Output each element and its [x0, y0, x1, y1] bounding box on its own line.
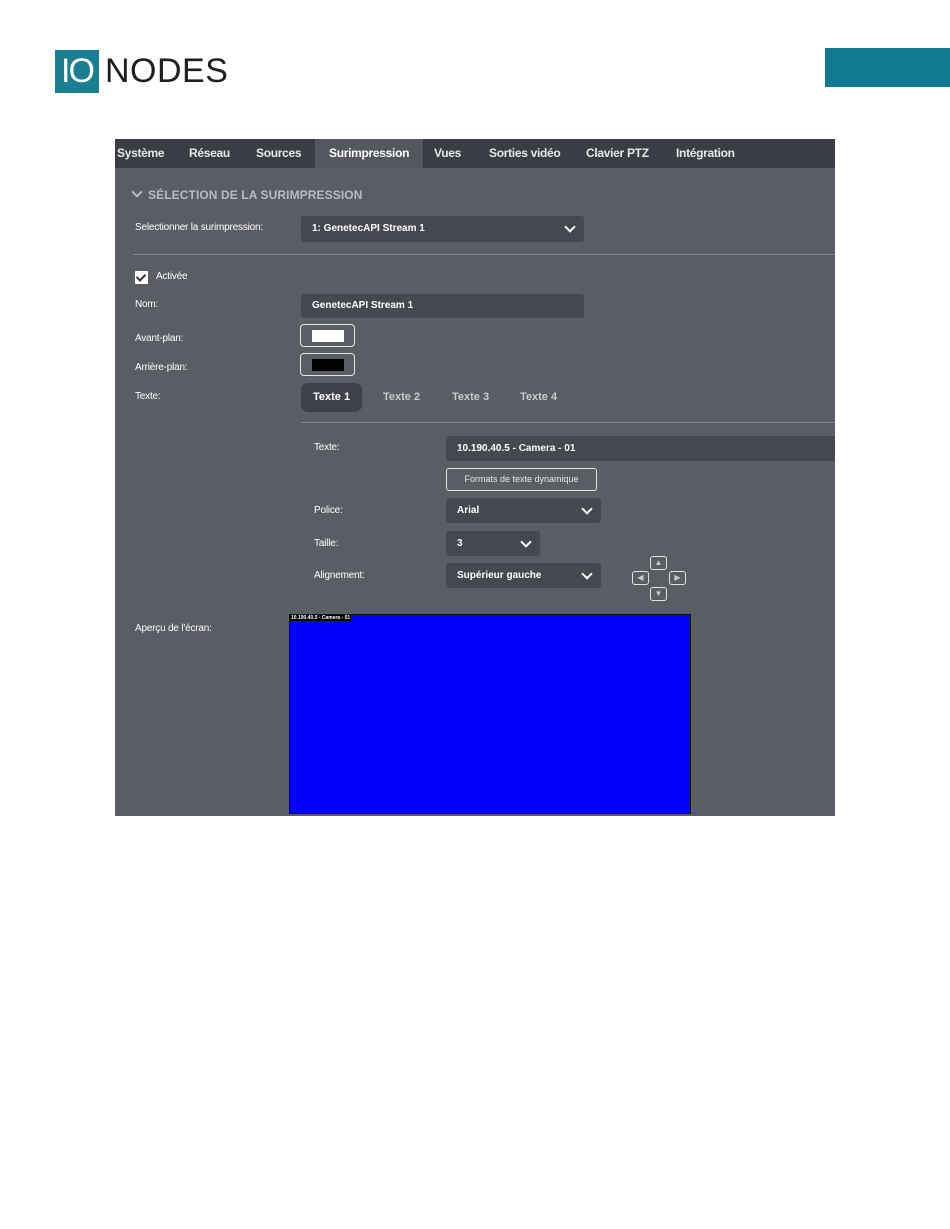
enabled-label: Activée: [156, 271, 188, 282]
tab-texte-1[interactable]: Texte 1: [301, 383, 363, 412]
nav-item-reseau[interactable]: Réseau: [189, 139, 230, 168]
main-nav: Système Réseau Sources Surimpression Vue…: [115, 139, 835, 168]
text-value-input[interactable]: 10.190.40.5 - Camera - 01: [446, 436, 835, 461]
chevron-down-icon: [564, 221, 576, 233]
size-select-value: 3: [457, 538, 463, 549]
logo-text: NODES: [105, 51, 229, 90]
size-label: Taille:: [314, 538, 339, 549]
nav-item-surimpression[interactable]: Surimpression: [315, 139, 424, 168]
chevron-down-icon: [131, 186, 143, 198]
arrow-right-icon: ▶: [674, 573, 681, 582]
section-header[interactable]: SÉLECTION DE LA SURIMPRESSION: [131, 186, 363, 202]
brand-color-bar: [825, 48, 950, 87]
background-label: Arrière-plan:: [135, 362, 188, 373]
size-select[interactable]: 3: [446, 531, 540, 556]
nav-item-systeme[interactable]: Système: [117, 139, 165, 168]
nav-item-integration[interactable]: Intégration: [676, 139, 735, 168]
text-label: Texte:: [135, 391, 161, 402]
tab-texte-3[interactable]: Texte 3: [452, 383, 489, 412]
logo-mark: IO: [55, 49, 99, 93]
section-title: SÉLECTION DE LA SURIMPRESSION: [148, 188, 363, 202]
chevron-down-icon: [581, 503, 593, 515]
alignment-label: Alignement:: [314, 570, 365, 581]
dynamic-formats-button[interactable]: Formats de texte dynamique: [446, 468, 597, 491]
select-overlay-label: Selectionner la surimpression:: [135, 222, 263, 233]
background-color-picker[interactable]: [300, 353, 355, 376]
tab-texte-2[interactable]: Texte 2: [383, 383, 420, 412]
font-select-value: Arial: [457, 505, 480, 516]
overlay-select[interactable]: 1: GenetecAPI Stream 1: [301, 216, 584, 242]
chevron-down-icon: [581, 568, 593, 580]
arrow-left-icon: ◀: [637, 573, 644, 582]
arrow-down-button[interactable]: ▼: [650, 587, 667, 601]
tab-texte-4[interactable]: Texte 4: [520, 383, 557, 412]
nav-item-clavier-ptz[interactable]: Clavier PTZ: [586, 139, 649, 168]
arrow-up-button[interactable]: ▲: [650, 556, 667, 570]
preview-overlay-text: 10.190.40.5 - Camera - 01: [290, 615, 352, 621]
font-select[interactable]: Arial: [446, 498, 601, 523]
text-value-label: Texte:: [314, 442, 340, 453]
nav-item-vues[interactable]: Vues: [434, 139, 461, 168]
font-label: Police:: [314, 505, 343, 516]
screen-preview: 10.190.40.5 - Camera - 01: [289, 614, 691, 814]
overlay-settings-panel: Système Réseau Sources Surimpression Vue…: [115, 139, 835, 816]
foreground-color-picker[interactable]: [300, 324, 355, 347]
alignment-select[interactable]: Supérieur gauche: [446, 563, 601, 588]
overlay-select-value: 1: GenetecAPI Stream 1: [312, 223, 425, 234]
ionodes-logo: IO NODES: [55, 49, 228, 93]
alignment-select-value: Supérieur gauche: [457, 570, 542, 581]
chevron-down-icon: [520, 536, 532, 548]
background-color-swatch: [312, 359, 344, 371]
arrow-up-icon: ▲: [654, 558, 663, 567]
nav-item-sorties-video[interactable]: Sorties vidéo: [489, 139, 561, 168]
foreground-label: Avant-plan:: [135, 333, 184, 344]
name-label: Nom:: [135, 299, 159, 310]
arrow-right-button[interactable]: ▶: [669, 571, 686, 585]
foreground-color-swatch: [312, 330, 344, 342]
arrow-left-button[interactable]: ◀: [632, 571, 649, 585]
preview-label: Aperçu de l'écran:: [135, 623, 212, 634]
arrow-down-icon: ▼: [654, 589, 663, 598]
name-input[interactable]: GenetecAPI Stream 1: [301, 294, 584, 318]
tabs-divider: [301, 422, 835, 423]
enabled-checkbox[interactable]: [135, 271, 148, 284]
checkmark-icon: [135, 271, 147, 282]
section-divider: [133, 254, 835, 255]
nav-item-sources[interactable]: Sources: [256, 139, 302, 168]
